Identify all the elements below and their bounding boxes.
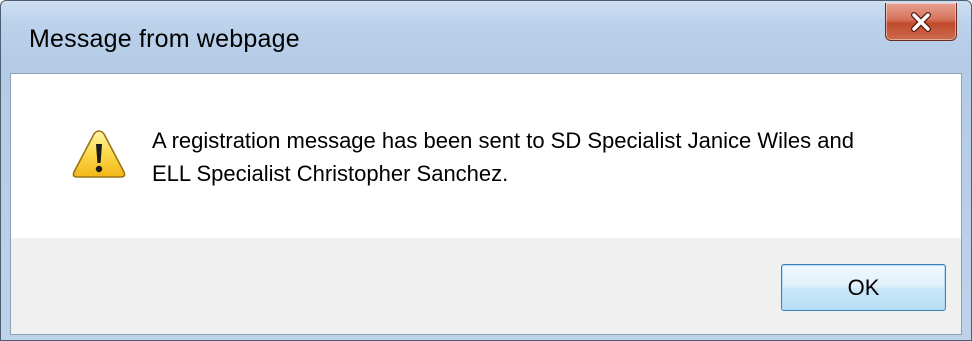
close-icon (910, 11, 932, 32)
button-bar: OK (11, 238, 961, 334)
warning-icon (71, 128, 127, 180)
message-dialog: Message from webpage A registration mess… (0, 0, 972, 341)
message-line: ELL Specialist Christopher Sanchez. (152, 161, 509, 186)
message-text: A registration message has been sent to … (152, 124, 932, 190)
title-bar[interactable]: Message from webpage (1, 1, 971, 73)
dialog-title: Message from webpage (29, 25, 300, 53)
message-line: A registration message has been sent to … (152, 128, 854, 153)
ok-button[interactable]: OK (781, 264, 946, 311)
close-button[interactable] (885, 3, 957, 41)
dialog-body: A registration message has been sent to … (10, 73, 962, 335)
message-area: A registration message has been sent to … (11, 74, 961, 238)
